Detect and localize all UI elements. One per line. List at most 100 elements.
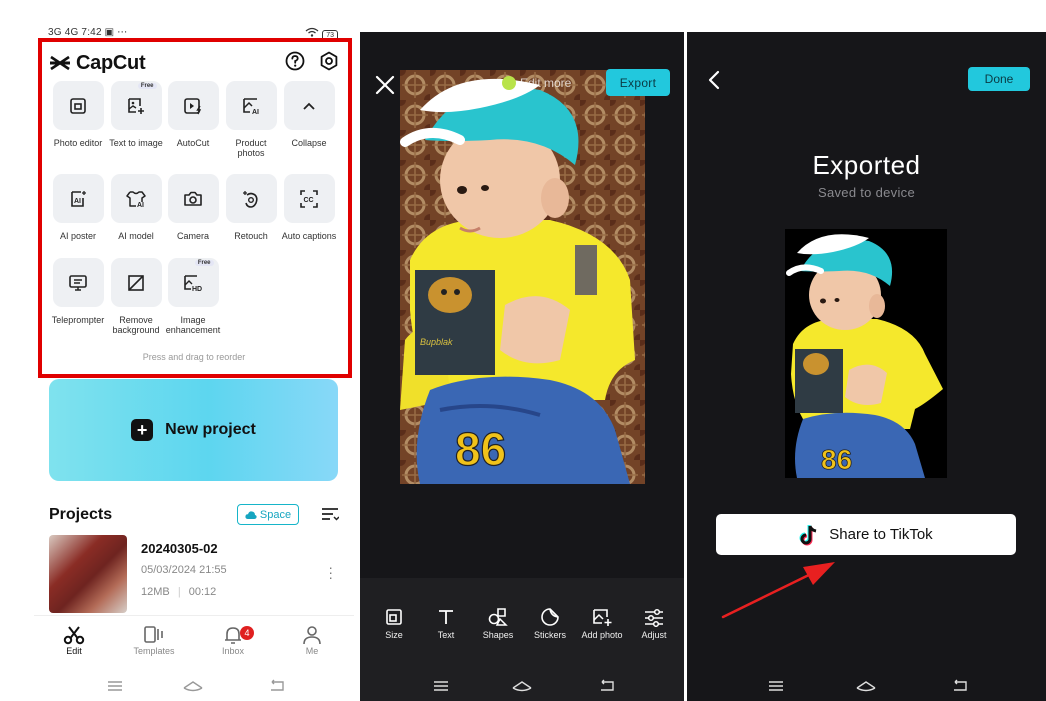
edit-canvas-photo[interactable]: 86 Bupblak [400,70,645,484]
tool-size[interactable]: Size [368,604,420,640]
tool-label: AI model [118,231,154,241]
project-list-item[interactable]: 20240305-02 05/03/2024 21:55 12MB | 00:1… [49,535,339,613]
space-label: Space [259,508,292,521]
nav-edit[interactable]: Edit [39,624,109,656]
more-options-icon[interactable]: · · · [328,560,333,584]
space-button[interactable]: Space [237,504,299,525]
capcut-header: CapCut [49,50,339,76]
autocut-icon [184,97,202,114]
collapse-tile[interactable] [283,81,335,130]
close-icon[interactable] [374,74,396,96]
gear-icon[interactable] [319,51,339,71]
retouch-tile[interactable] [225,174,277,223]
brand-name: CapCut [76,51,146,74]
tool-photo-editor[interactable]: Photo editor [48,81,108,148]
svg-text:86: 86 [821,444,852,475]
tool-autocut[interactable]: AutoCut [163,81,223,148]
size-icon [386,609,402,625]
home-icon[interactable] [511,679,533,693]
tool-label: AI poster [59,231,97,241]
new-project-label: New project [165,421,256,438]
project-duration: 00:12 [188,586,217,598]
svg-text:AI: AI [252,109,259,116]
tool-label: Image enhancement [165,315,221,335]
tool-adjust[interactable]: Adjust [628,604,680,640]
auto-captions-tile[interactable]: CC [283,174,335,223]
back-chevron-icon[interactable] [707,70,721,90]
teleprompter-tile[interactable] [52,258,104,307]
projects-header: Projects Space [49,504,339,526]
tool-ai-poster[interactable]: AI AI poster [48,174,108,241]
editor-toolbar: Size Text Shapes Stickers Add photo Adju… [368,604,678,644]
svg-text:86: 86 [455,423,506,475]
tool-remove-background[interactable]: Remove background [106,258,166,335]
tool-image-enhancement[interactable]: Free HD Image enhancement [163,258,223,335]
project-date: 05/03/2024 21:55 [141,564,227,576]
ai-model-tile[interactable]: AI [110,174,162,223]
baby-cutout-image: 86 [785,229,947,478]
project-name: 20240305-02 [141,541,218,556]
remove-background-tile[interactable] [110,258,162,307]
image-enhancement-tile[interactable]: Free HD [167,258,219,307]
auto-captions-icon: CC [300,189,318,208]
tool-ai-model[interactable]: AI AI model [106,174,166,241]
nav-templates[interactable]: Templates [119,624,189,656]
autocut-tile[interactable] [167,81,219,130]
tool-label: Photo editor [53,138,103,148]
menu-icon[interactable] [767,680,785,692]
tool-teleprompter[interactable]: Teleprompter [48,258,108,325]
tool-camera[interactable]: Camera [163,174,223,241]
help-circle-icon[interactable] [285,51,305,71]
tool-product-photos[interactable]: AI Product photos [221,81,281,158]
export-button[interactable]: Export [606,69,670,96]
tool-collapse[interactable]: Collapse [279,81,339,148]
status-left: 3G 4G 7:42 ▣ ⋯ [48,27,128,38]
inbox-badge: 4 [240,626,254,640]
tool-stickers[interactable]: Stickers [524,604,576,640]
sort-icon[interactable] [321,507,339,521]
tool-label: Remove background [112,315,160,335]
free-badge: Free [137,83,157,89]
back-icon[interactable] [951,679,969,693]
nav-label: Edit [66,646,82,656]
done-button[interactable]: Done [968,67,1030,91]
new-project-button[interactable]: + New project [49,379,338,481]
menu-icon[interactable] [106,680,124,692]
product-photos-tile[interactable]: AI [225,81,277,130]
capcut-logo: CapCut [49,50,146,76]
tool-label: Text to image [109,138,163,148]
project-thumbnail [49,535,127,613]
project-size: 12MB [141,586,170,598]
nav-me[interactable]: Me [277,624,347,656]
templates-icon [144,626,163,643]
chevron-up-icon [303,102,315,110]
menu-icon[interactable] [432,680,450,692]
tool-shapes[interactable]: Shapes [472,604,524,640]
ai-poster-icon: AI [71,190,86,207]
tool-retouch[interactable]: Retouch [221,174,281,241]
edit-more-button[interactable]: Edit more [502,76,571,90]
camera-tile[interactable] [167,174,219,223]
nav-inbox[interactable]: 4 Inbox [198,624,268,656]
capcut-logo-icon [50,55,70,71]
wifi-icon [306,27,319,37]
stickers-icon [541,608,559,626]
nav-label: Me [305,646,319,656]
tiktok-icon [799,524,817,545]
photo-editor-icon [70,97,86,114]
back-icon[interactable] [598,679,616,693]
svg-text:CC: CC [304,197,314,204]
ai-poster-tile[interactable]: AI [52,174,104,223]
text-to-image-icon [128,97,144,114]
tool-auto-captions[interactable]: CC Auto captions [279,174,339,241]
tool-text[interactable]: Text [420,604,472,640]
text-to-image-tile[interactable]: Free [110,81,162,130]
home-icon[interactable] [855,679,877,693]
tool-text-to-image[interactable]: Free Text to image [106,81,166,148]
share-to-tiktok-button[interactable]: Share to TikTok [716,514,1016,555]
back-icon[interactable] [268,679,286,693]
tool-label: Add photo [581,630,623,640]
tool-add-photo[interactable]: Add photo [576,604,628,640]
home-icon[interactable] [182,679,204,693]
photo-editor-tile[interactable] [52,81,104,130]
